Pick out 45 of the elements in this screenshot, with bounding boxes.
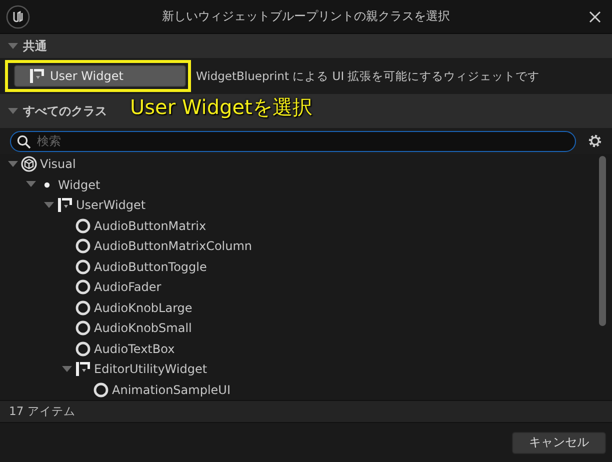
- ring-icon: [75, 300, 91, 316]
- ring-icon: [75, 279, 91, 296]
- class-tree-item[interactable]: EditorUtilityWidget: [94, 362, 208, 376]
- collapse-caret-icon[interactable]: [8, 108, 18, 114]
- expand-caret-icon[interactable]: [26, 181, 36, 188]
- cube-icon: [21, 156, 37, 172]
- scrollbar[interactable]: [599, 156, 606, 326]
- expand-caret-icon[interactable]: [8, 160, 18, 168]
- user-widget-icon: [57, 197, 73, 214]
- window-title: 新しいウィジェットブループリントの親クラスを選択: [162, 8, 450, 25]
- class-tree-item[interactable]: AudioFader: [94, 280, 162, 294]
- ring-icon: [75, 238, 91, 254]
- class-tree-item[interactable]: AudioTextBox: [94, 342, 175, 356]
- user-widget-icon: [29, 68, 45, 84]
- search-field[interactable]: 検索: [10, 130, 576, 152]
- annotation-text: User Widgetを選択: [130, 94, 312, 121]
- search-icon: [17, 134, 31, 148]
- ring-icon: [93, 382, 109, 398]
- section-title: すべてのクラス: [23, 102, 107, 120]
- item-count: 17 アイテム: [9, 404, 76, 419]
- section-title: 共通: [23, 38, 47, 54]
- class-tree-item[interactable]: AudioButtonToggle: [94, 260, 207, 274]
- cancel-button[interactable]: キャンセル: [512, 432, 606, 454]
- class-tree-item[interactable]: UserWidget: [76, 198, 146, 212]
- ring-icon: [75, 218, 91, 234]
- class-tree-item[interactable]: AudioButtonMatrixColumn: [94, 239, 252, 254]
- user-widget-button[interactable]: User Widget: [14, 65, 186, 87]
- class-tree-item[interactable]: AudioButtonMatrix: [94, 218, 206, 233]
- class-tree-item[interactable]: AnimationSampleUI: [112, 382, 230, 397]
- logo-icon: [6, 5, 30, 29]
- section-header[interactable]: 共通: [0, 34, 612, 58]
- class-tree-item[interactable]: Widget: [58, 178, 100, 192]
- section-header[interactable]: すべてのクラス User Widgetを選択: [0, 94, 612, 128]
- expand-caret-icon[interactable]: [44, 202, 54, 209]
- settings-icon[interactable]: [586, 132, 604, 150]
- expand-caret-icon[interactable]: [62, 366, 72, 373]
- collapse-caret-icon[interactable]: [8, 42, 18, 50]
- class-tree-item[interactable]: Visual: [40, 157, 76, 172]
- class-tree-item[interactable]: AudioKnobSmall: [94, 321, 192, 336]
- ring-icon: [75, 258, 91, 275]
- user-widget-icon: [75, 361, 91, 378]
- ring-icon: [75, 320, 91, 336]
- ring-icon: [75, 340, 91, 357]
- class-description: WidgetBlueprint による UI 拡張を可能にするウィジェットです: [196, 68, 540, 84]
- class-tree-item[interactable]: AudioKnobLarge: [94, 300, 192, 315]
